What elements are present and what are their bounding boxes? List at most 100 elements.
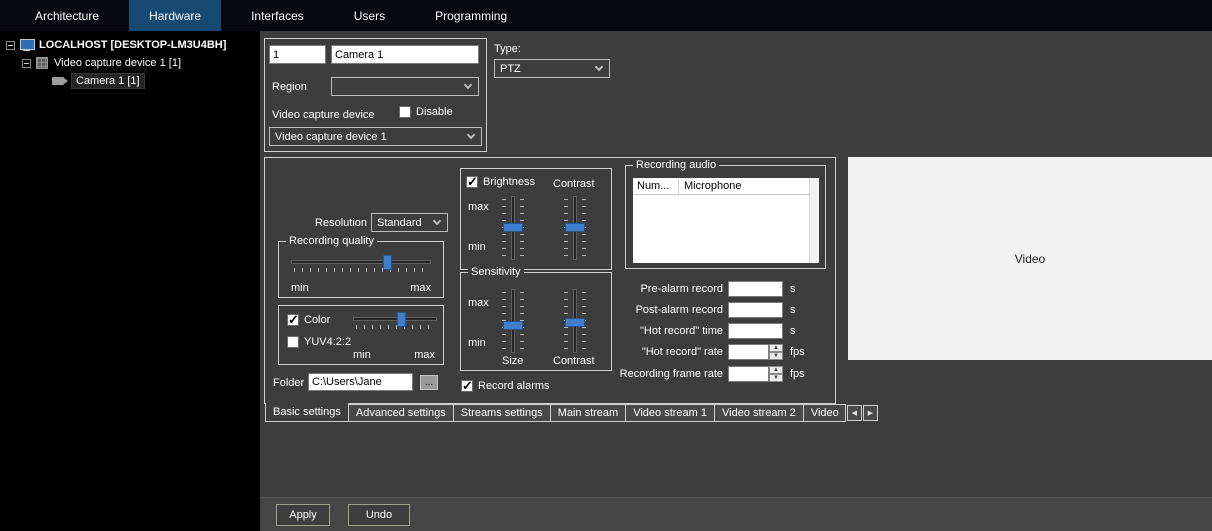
hot-record-time-unit: s — [790, 325, 796, 337]
nav-tab-users[interactable]: Users — [334, 0, 405, 31]
yuv-label: YUV4:2:2 — [304, 336, 351, 348]
contrast-slider[interactable] — [563, 196, 587, 260]
color-checkbox-row[interactable]: Color — [287, 314, 330, 326]
tab-video-stream-1[interactable]: Video stream 1 — [626, 404, 715, 422]
tab-main-stream[interactable]: Main stream — [551, 404, 627, 422]
slider-thumb[interactable] — [397, 312, 406, 327]
tree-item-label: Video capture device 1 [1] — [54, 57, 181, 69]
nav-tab-programming[interactable]: Programming — [415, 0, 527, 31]
brightness-contrast-group: Brightness Contrast max min — [460, 168, 612, 270]
brightness-checkbox-row[interactable]: Brightness — [466, 176, 535, 188]
hot-record-rate-spinner: ▲ ▼ — [769, 344, 783, 360]
hot-record-rate-label: "Hot record" rate — [593, 346, 723, 358]
slider-thumb[interactable] — [383, 255, 392, 270]
collapse-icon[interactable] — [22, 59, 31, 68]
apply-button[interactable]: Apply — [276, 504, 330, 526]
folder-input[interactable]: C:\Users\Jane — [308, 373, 413, 391]
brightness-slider[interactable] — [501, 196, 525, 260]
tree-item-camera-1[interactable]: Camera 1 [1] — [52, 73, 144, 89]
video-capture-device-dropdown[interactable]: Video capture device 1 — [269, 127, 482, 146]
camera-number-input[interactable]: 1 — [269, 45, 326, 64]
nav-tab-architecture[interactable]: Architecture — [15, 0, 119, 31]
min-label: min — [353, 349, 371, 361]
recording-audio-title: Recording audio — [633, 159, 719, 172]
undo-button[interactable]: Undo — [348, 504, 410, 526]
tab-video-stream-2[interactable]: Video stream 2 — [715, 404, 804, 422]
slider-thumb[interactable] — [565, 223, 585, 232]
pre-alarm-record-input[interactable] — [728, 281, 783, 297]
camera-identity-panel: 1 Camera 1 Region Video capture device D… — [264, 38, 487, 152]
slider-thumb[interactable] — [503, 321, 523, 330]
camera-name-input[interactable]: Camera 1 — [331, 45, 479, 64]
browse-folder-button[interactable]: ... — [420, 375, 438, 390]
tree-item-localhost[interactable]: LOCALHOST [DESKTOP-LM3U4BH] — [6, 37, 226, 53]
chevron-down-icon — [467, 130, 475, 138]
slider-track[interactable] — [291, 260, 431, 264]
recording-audio-table[interactable]: Num... Microphone — [633, 178, 819, 263]
disable-checkbox[interactable] — [399, 106, 411, 118]
recording-frame-rate-input[interactable] — [728, 366, 769, 382]
record-alarms-label: Record alarms — [478, 380, 550, 392]
color-checkbox[interactable] — [287, 314, 299, 326]
collapse-icon[interactable] — [6, 41, 15, 50]
record-alarms-checkbox-row[interactable]: Record alarms — [461, 380, 550, 392]
contrast-label: Contrast — [553, 355, 595, 367]
audio-table-scrollbar[interactable] — [809, 178, 819, 263]
max-label: max — [468, 297, 489, 309]
camera-icon — [52, 77, 64, 85]
slider-ticks — [294, 268, 428, 272]
spin-down-icon[interactable]: ▼ — [769, 374, 783, 382]
tab-video[interactable]: Video — [804, 404, 846, 422]
tab-scroll-left-icon[interactable]: ◀ — [847, 405, 862, 421]
spin-up-icon[interactable]: ▲ — [769, 366, 783, 374]
spin-up-icon[interactable]: ▲ — [769, 344, 783, 352]
tab-basic-settings[interactable]: Basic settings — [265, 403, 349, 422]
footer-bar: Apply Undo — [260, 497, 1212, 531]
region-dropdown[interactable] — [331, 77, 479, 96]
record-alarms-checkbox[interactable] — [461, 380, 473, 392]
audio-column-num: Num... — [633, 178, 679, 194]
disable-checkbox-row[interactable]: Disable — [399, 106, 453, 118]
yuv-checkbox[interactable] — [287, 336, 299, 348]
resolution-dropdown[interactable]: Standard — [371, 213, 448, 232]
tab-scroll-right-icon[interactable]: ▶ — [863, 405, 878, 421]
type-label: Type: — [494, 43, 521, 55]
sensitivity-size-slider[interactable] — [501, 289, 525, 353]
slider-track[interactable] — [353, 317, 437, 321]
tab-advanced-settings[interactable]: Advanced settings — [349, 404, 454, 422]
hot-record-time-input[interactable] — [728, 323, 783, 339]
color-label: Color — [304, 314, 330, 326]
nav-tab-hardware[interactable]: Hardware — [129, 0, 221, 31]
sensitivity-contrast-slider[interactable] — [563, 289, 587, 353]
sensitivity-title: Sensitivity — [468, 266, 524, 279]
yuv-checkbox-row[interactable]: YUV4:2:2 — [287, 336, 351, 348]
device-tree-sidebar: LOCALHOST [DESKTOP-LM3U4BH] Video captur… — [0, 31, 260, 531]
nav-tab-interfaces[interactable]: Interfaces — [231, 0, 324, 31]
hot-record-time-label: "Hot record" time — [593, 325, 723, 337]
tree-item-video-capture-device[interactable]: Video capture device 1 [1] — [22, 55, 181, 71]
brightness-checkbox[interactable] — [466, 176, 478, 188]
audio-table-body — [633, 195, 809, 263]
tree-item-label: LOCALHOST [DESKTOP-LM3U4BH] — [39, 39, 226, 51]
audio-column-microphone: Microphone — [679, 180, 809, 192]
spin-down-icon[interactable]: ▼ — [769, 352, 783, 360]
hot-record-rate-input[interactable] — [728, 344, 769, 360]
resolution-label: Resolution — [309, 217, 367, 229]
slider-thumb[interactable] — [503, 223, 523, 232]
capture-device-icon — [36, 57, 48, 69]
size-label: Size — [502, 355, 523, 367]
post-alarm-record-label: Post-alarm record — [593, 304, 723, 316]
color-slider[interactable] — [353, 312, 437, 330]
recording-quality-group: Recording quality min max — [278, 241, 444, 298]
max-label: max — [410, 282, 431, 294]
recording-quality-slider[interactable] — [291, 255, 431, 273]
slider-thumb[interactable] — [565, 318, 585, 327]
post-alarm-record-input[interactable] — [728, 302, 783, 318]
recording-frame-rate-spinner: ▲ ▼ — [769, 366, 783, 382]
region-label: Region — [272, 81, 307, 93]
recording-audio-group: Recording audio Num... Microphone — [625, 165, 826, 269]
type-dropdown[interactable]: PTZ — [494, 59, 610, 78]
tab-streams-settings[interactable]: Streams settings — [454, 404, 551, 422]
chevron-down-icon — [595, 62, 603, 70]
post-alarm-record-unit: s — [790, 304, 796, 316]
